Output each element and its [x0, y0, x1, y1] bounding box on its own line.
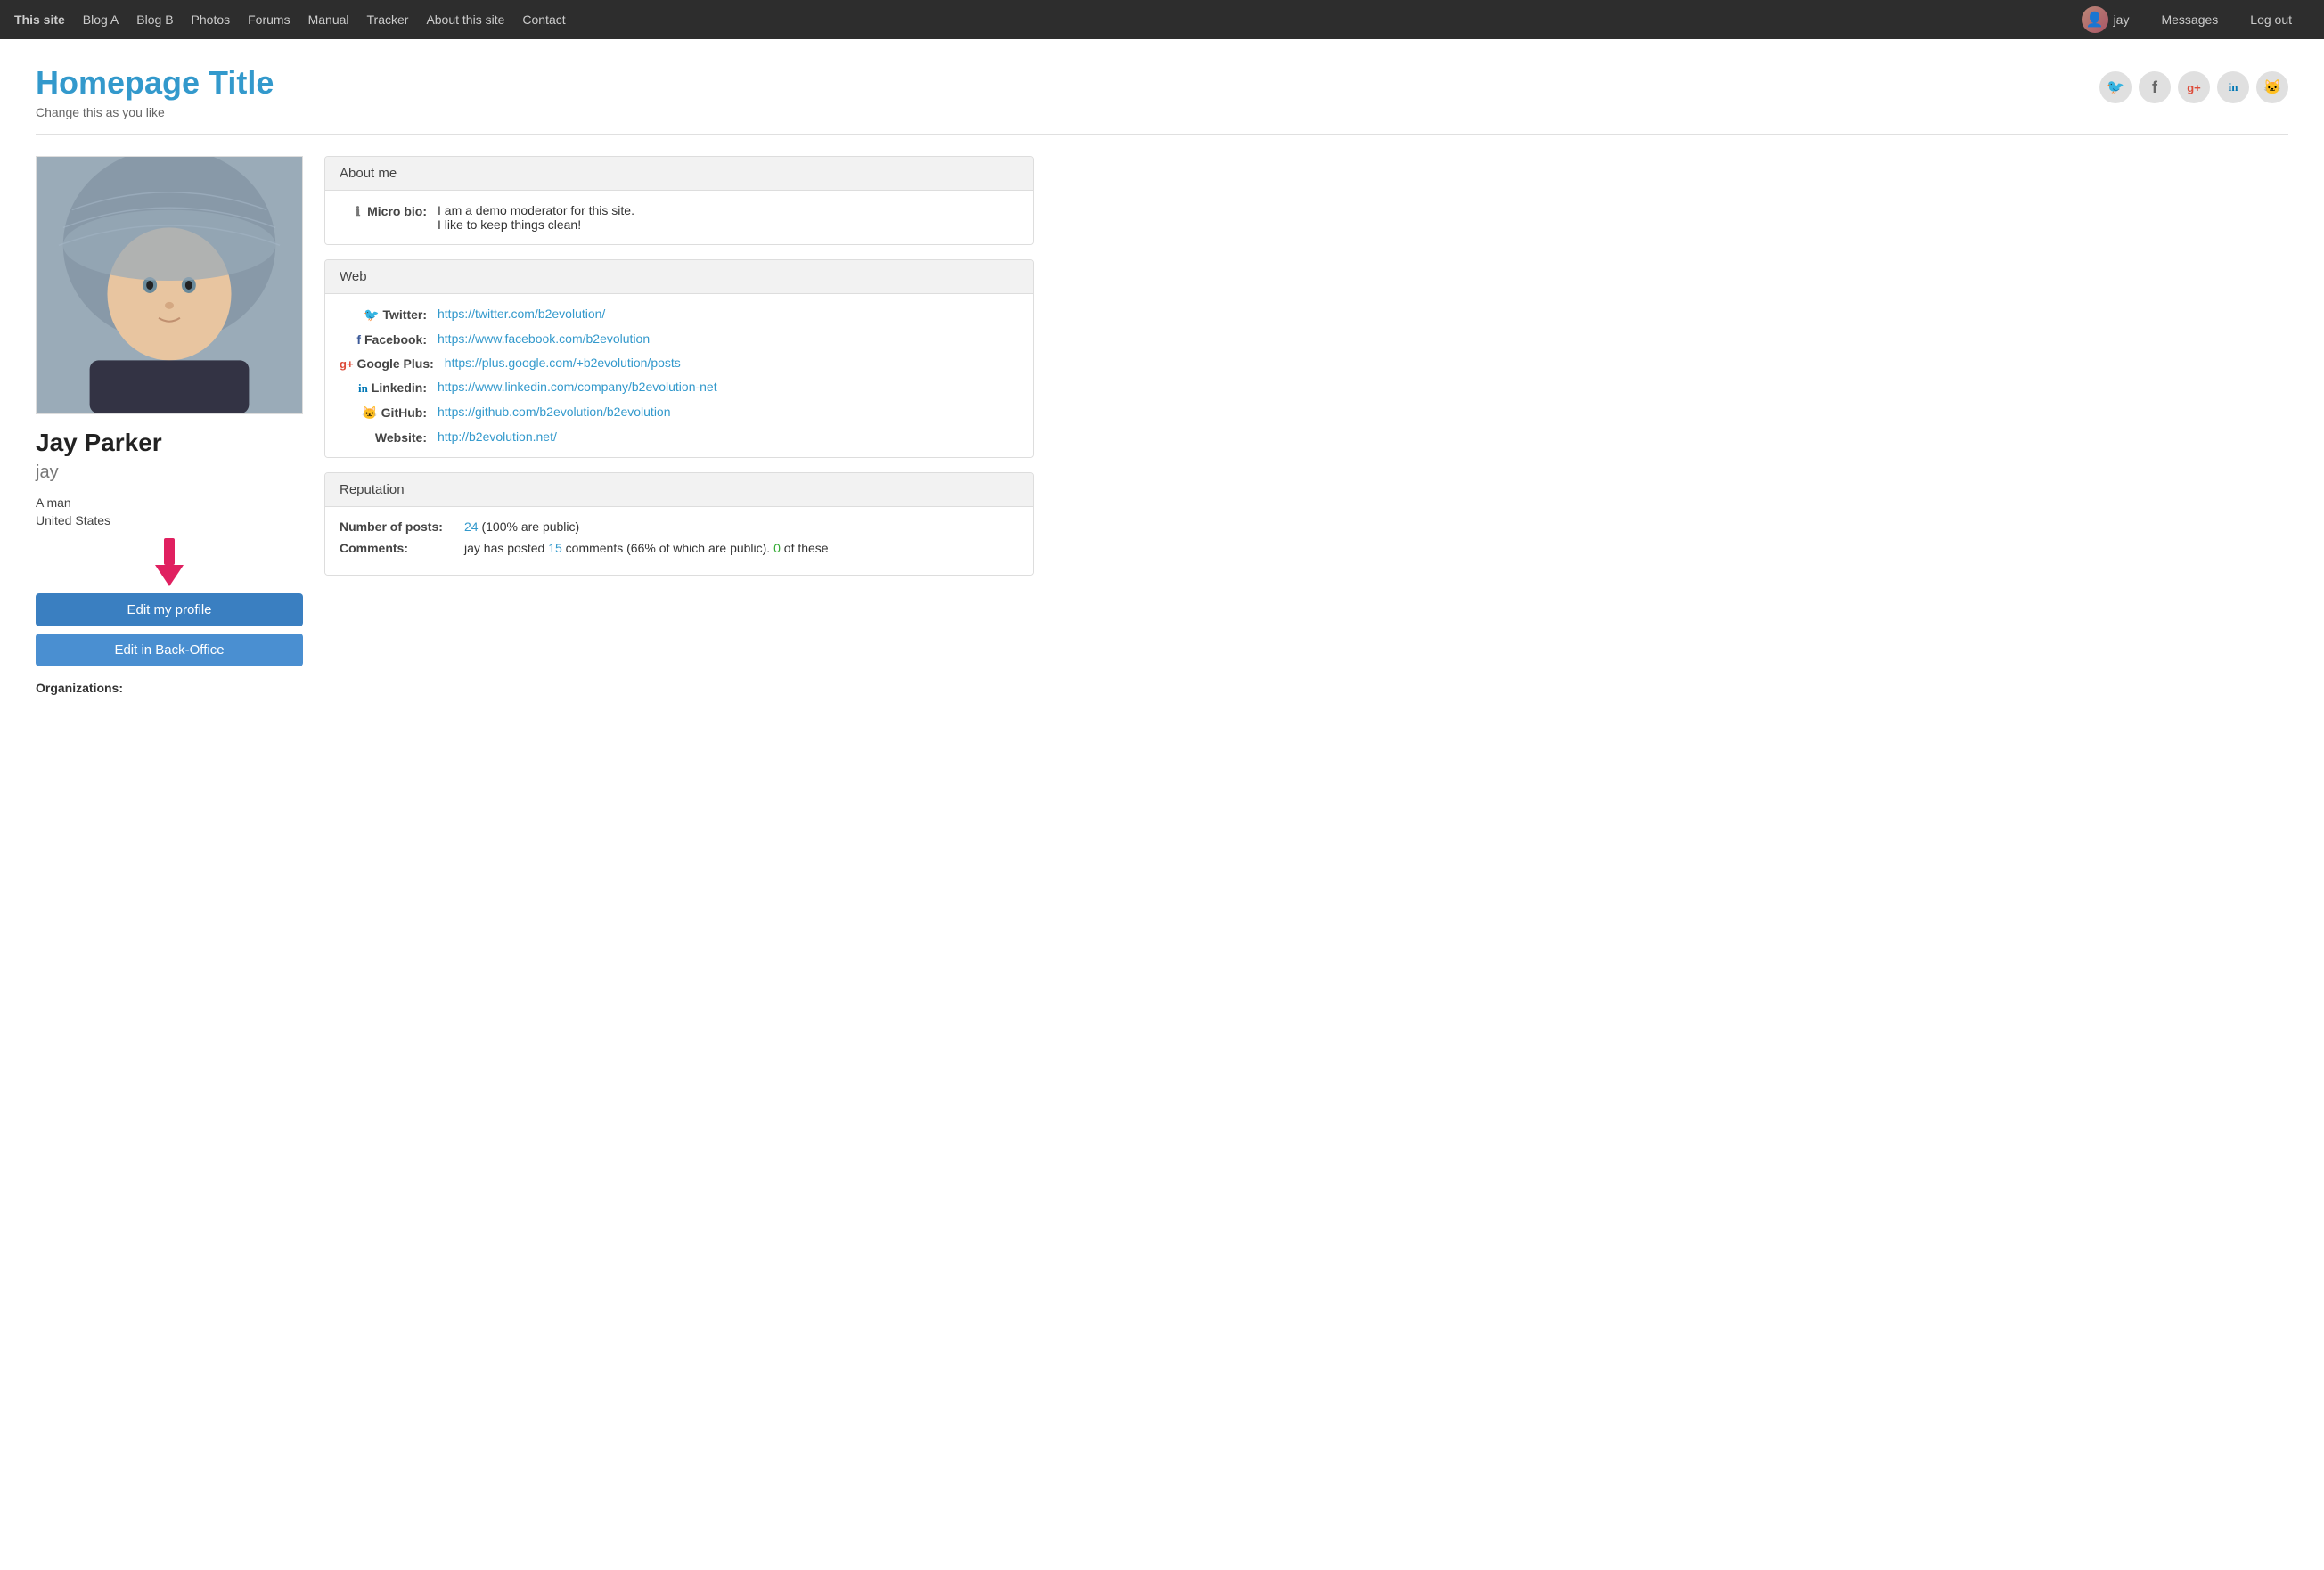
googleplus-row: g+ Google Plus: https://plus.google.com/…: [340, 356, 1019, 371]
username[interactable]: jay: [2114, 12, 2130, 27]
profile-full-name: Jay Parker: [36, 429, 303, 457]
github-label: 🐱 GitHub:: [340, 405, 438, 421]
web-body: 🐦 Twitter: https://twitter.com/b2evoluti…: [325, 294, 1033, 457]
nav-right: 👤 jay Messages Log out: [2082, 6, 2310, 33]
linkedin-url: https://www.linkedin.com/company/b2evolu…: [438, 380, 1019, 394]
nav-link-tracker[interactable]: Tracker: [367, 12, 409, 27]
edit-backoffice-button[interactable]: Edit in Back-Office: [36, 634, 303, 666]
reputation-body: Number of posts: 24 (100% are public) Co…: [325, 507, 1033, 575]
googleplus-label: g+ Google Plus:: [340, 356, 445, 371]
reputation-header: Reputation: [325, 473, 1033, 507]
nav-link-bloga[interactable]: Blog A: [83, 12, 119, 27]
micro-bio-row: ℹ Micro bio: I am a demo moderator for t…: [340, 203, 1019, 232]
website-row: Website: http://b2evolution.net/: [340, 429, 1019, 445]
about-me-body: ℹ Micro bio: I am a demo moderator for t…: [325, 191, 1033, 244]
facebook-row: f Facebook: https://www.facebook.com/b2e…: [340, 331, 1019, 347]
twitter-url: https://twitter.com/b2evolution/: [438, 307, 1019, 321]
github-icon[interactable]: 🐱: [2256, 71, 2288, 103]
user-info[interactable]: 👤 jay: [2082, 6, 2148, 33]
page-title: Homepage Title: [36, 64, 274, 102]
comments-row: Comments: jay has posted 15 comments (66…: [340, 541, 1019, 555]
header-area: Homepage Title Change this as you like 🐦…: [0, 39, 2324, 134]
edit-profile-button[interactable]: Edit my profile: [36, 593, 303, 626]
linkedin-label: in Linkedin:: [340, 380, 438, 396]
about-me-header: About me: [325, 157, 1033, 191]
num-posts-label: Number of posts:: [340, 519, 464, 534]
reputation-box: Reputation Number of posts: 24 (100% are…: [324, 472, 1034, 576]
num-posts-row: Number of posts: 24 (100% are public): [340, 519, 1019, 534]
linkedin-icon: in: [358, 381, 368, 395]
linkedin-icon[interactable]: in: [2217, 71, 2249, 103]
comments-label: Comments:: [340, 541, 464, 555]
nav-link-about[interactable]: About this site: [426, 12, 504, 27]
twitter-row: 🐦 Twitter: https://twitter.com/b2evoluti…: [340, 307, 1019, 323]
nav-link-photos[interactable]: Photos: [192, 12, 231, 27]
nav-link-forums[interactable]: Forums: [248, 12, 290, 27]
twitter-icon[interactable]: 🐦: [2099, 71, 2132, 103]
googleplus-icon: g+: [340, 357, 354, 371]
nav-link-contact[interactable]: Contact: [522, 12, 565, 27]
arrow-shaft: [164, 538, 175, 565]
facebook-url: https://www.facebook.com/b2evolution: [438, 331, 1019, 346]
nav-link-blogb[interactable]: Blog B: [136, 12, 173, 27]
github-icon: 🐱: [362, 405, 377, 420]
profile-gender: A man: [36, 495, 303, 510]
facebook-label: f Facebook:: [340, 331, 438, 347]
nav-bar: This site Blog A Blog B Photos Forums Ma…: [0, 0, 2324, 39]
github-row: 🐱 GitHub: https://github.com/b2evolution…: [340, 405, 1019, 421]
profile-photo: [36, 156, 303, 414]
profile-image-svg: [37, 156, 302, 414]
facebook-icon: f: [356, 332, 361, 347]
arrow-head: [155, 565, 184, 586]
linkedin-row: in Linkedin: https://www.linkedin.com/co…: [340, 380, 1019, 396]
googleplus-url: https://plus.google.com/+b2evolution/pos…: [445, 356, 1019, 370]
social-icons: 🐦 f g+ in 🐱: [2099, 71, 2288, 103]
nav-link-manual[interactable]: Manual: [308, 12, 349, 27]
web-box: Web 🐦 Twitter: https://twitter.com/b2evo…: [324, 259, 1034, 458]
nav-messages[interactable]: Messages: [2161, 12, 2218, 27]
page-subtitle: Change this as you like: [36, 105, 274, 119]
comments-value: jay has posted 15 comments (66% of which…: [464, 541, 829, 555]
organizations-label: Organizations:: [36, 681, 303, 695]
num-posts-value: 24 (100% are public): [464, 519, 579, 534]
website-url: http://b2evolution.net/: [438, 429, 1019, 444]
nav-logout[interactable]: Log out: [2250, 12, 2292, 27]
info-icon: ℹ: [356, 204, 360, 218]
micro-bio-value: I am a demo moderator for this site. I l…: [438, 203, 1019, 232]
profile-country: United States: [36, 513, 303, 527]
right-panel: About me ℹ Micro bio: I am a demo modera…: [324, 156, 1034, 695]
micro-bio-label: ℹ Micro bio:: [340, 203, 438, 219]
twitter-label: 🐦 Twitter:: [340, 307, 438, 323]
left-panel: Jay Parker jay A man United States Edit …: [36, 156, 303, 695]
twitter-icon: 🐦: [364, 307, 379, 322]
main-content: Jay Parker jay A man United States Edit …: [0, 135, 1069, 716]
profile-username: jay: [36, 462, 303, 483]
about-me-box: About me ℹ Micro bio: I am a demo modera…: [324, 156, 1034, 245]
arrow-container: [36, 538, 303, 586]
googleplus-icon[interactable]: g+: [2178, 71, 2210, 103]
github-url: https://github.com/b2evolution/b2evoluti…: [438, 405, 1019, 419]
nav-brand[interactable]: This site: [14, 12, 65, 27]
website-label: Website:: [340, 429, 438, 445]
web-header: Web: [325, 260, 1033, 294]
site-title: Homepage Title Change this as you like: [36, 64, 274, 119]
avatar[interactable]: 👤: [2082, 6, 2108, 33]
facebook-icon[interactable]: f: [2139, 71, 2171, 103]
